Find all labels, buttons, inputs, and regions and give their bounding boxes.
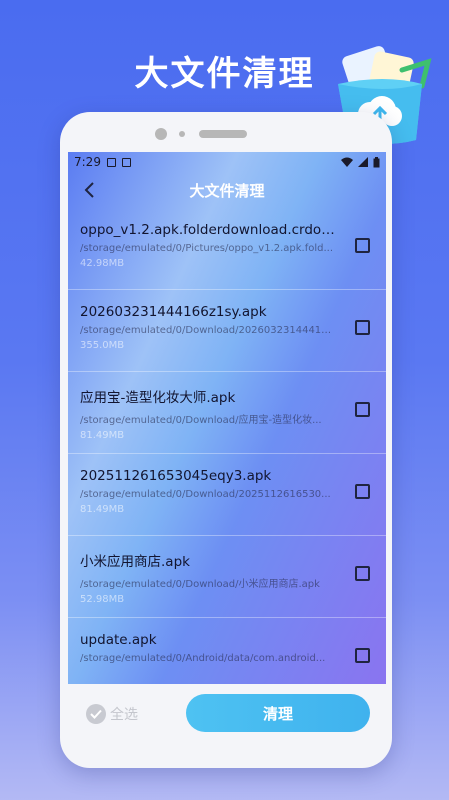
file-path: /storage/emulated/0/Download/应用宝-造型化妆...	[80, 415, 322, 426]
list-item[interactable]: 小米应用商店.apk /storage/emulated/0/Download/…	[68, 536, 386, 618]
toolbar: 大文件清理	[68, 172, 386, 208]
file-name: 小米应用商店.apk	[80, 554, 190, 570]
file-name: oppo_v1.2.apk.folderdownload.crdow...	[80, 222, 336, 238]
list-item[interactable]: update.apk /storage/emulated/0/Android/d…	[68, 618, 386, 684]
file-path: /storage/emulated/0/Pictures/oppo_v1.2.a…	[80, 243, 334, 254]
file-checkbox[interactable]	[355, 484, 370, 499]
select-all-label: 全选	[110, 707, 138, 723]
battery-icon	[373, 156, 380, 167]
app-screen: 7:29 大文件清理 oppo_v1.2.apk.folderdownload.…	[68, 152, 386, 684]
file-checkbox[interactable]	[355, 238, 370, 253]
file-path: /storage/emulated/0/Download/20260323144…	[80, 325, 336, 336]
chevron-left-icon	[84, 182, 94, 198]
file-path: /storage/emulated/0/Download/20251126165…	[80, 489, 331, 500]
list-item[interactable]: 202511261653045eqy3.apk /storage/emulate…	[68, 454, 386, 536]
list-item[interactable]: 202603231444166z1sy.apk /storage/emulate…	[68, 290, 386, 372]
file-name: 202603231444166z1sy.apk	[80, 304, 267, 320]
check-circle-icon	[86, 704, 106, 724]
file-path: /storage/emulated/0/Download/小米应用商店.apk	[80, 579, 320, 590]
phone-frame: 7:29 大文件清理 oppo_v1.2.apk.folderdownload.…	[60, 112, 392, 768]
phone-speaker	[155, 128, 265, 140]
file-size: 355.0MB	[80, 340, 125, 351]
image-icon	[106, 157, 116, 167]
signal-icon	[358, 157, 368, 167]
clean-button[interactable]: 清理	[186, 694, 370, 732]
list-item[interactable]: 应用宝-造型化妆大师.apk /storage/emulated/0/Downl…	[68, 372, 386, 454]
status-time: 7:29	[74, 155, 101, 169]
file-size: 52.98MB	[80, 594, 125, 605]
file-checkbox[interactable]	[355, 320, 370, 335]
file-list: oppo_v1.2.apk.folderdownload.crdow... /s…	[68, 208, 386, 684]
wifi-icon	[341, 157, 353, 167]
file-name: 202511261653045eqy3.apk	[80, 468, 272, 484]
bottom-action-bar: 全选 清理	[68, 684, 386, 744]
file-checkbox[interactable]	[355, 648, 370, 663]
file-size: 81.49MB	[80, 430, 125, 441]
status-bar: 7:29	[68, 152, 386, 172]
list-item[interactable]: oppo_v1.2.apk.folderdownload.crdow... /s…	[68, 208, 386, 290]
file-path: /storage/emulated/0/Android/data/com.and…	[80, 653, 326, 664]
file-size: 42.98MB	[80, 258, 125, 269]
file-name: 应用宝-造型化妆大师.apk	[80, 390, 236, 406]
select-all-button[interactable]: 全选	[86, 704, 138, 724]
notification-icon	[121, 157, 131, 167]
file-size: 81.49MB	[80, 504, 125, 515]
file-checkbox[interactable]	[355, 402, 370, 417]
file-name: update.apk	[80, 632, 157, 648]
page-title: 大文件清理	[189, 181, 265, 200]
back-button[interactable]	[78, 178, 102, 202]
file-checkbox[interactable]	[355, 566, 370, 581]
